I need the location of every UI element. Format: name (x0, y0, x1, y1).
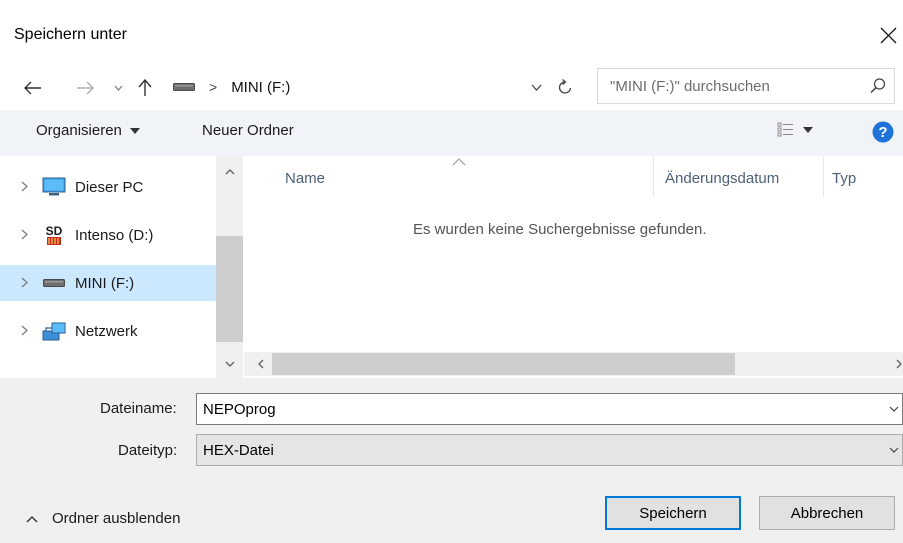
chevron-right-icon[interactable] (21, 276, 31, 291)
save-button[interactable]: Speichern (605, 496, 741, 530)
help-icon[interactable]: ? (872, 121, 894, 143)
breadcrumb-item-mini[interactable]: MINI (F:) (231, 79, 290, 96)
new-folder-button[interactable]: Neuer Ordner (202, 122, 294, 139)
chevron-up-icon (26, 515, 38, 522)
refresh-button[interactable] (551, 70, 579, 104)
chevron-down-icon (225, 361, 234, 367)
caret-down-icon (803, 126, 813, 133)
filename-dropdown-button[interactable] (884, 393, 903, 425)
filetype-dropdown-button[interactable] (884, 434, 903, 466)
nav-item-netzwerk[interactable]: Netzwerk (0, 313, 216, 349)
view-options-button[interactable] (777, 121, 813, 138)
scroll-down-button[interactable] (216, 352, 243, 376)
nav-item-label: Intenso (D:) (75, 226, 154, 244)
chevron-right-icon[interactable] (21, 324, 31, 339)
column-divider[interactable] (823, 157, 824, 197)
address-dropdown-button[interactable] (522, 70, 550, 104)
search-box[interactable] (597, 68, 895, 104)
breadcrumb-separator: > (209, 79, 218, 95)
chevron-down-icon (889, 447, 898, 453)
cancel-button[interactable]: Abbrechen (759, 496, 895, 530)
column-header-type[interactable]: Typ (832, 170, 856, 187)
arrow-left-icon (24, 81, 41, 95)
sort-ascending-icon (452, 158, 466, 166)
chevron-right-icon[interactable] (21, 228, 31, 243)
caret-down-icon (129, 127, 140, 134)
dialog-title: Speichern unter (14, 26, 127, 43)
drive-icon (173, 83, 195, 91)
filetype-value: HEX-Datei (203, 441, 274, 459)
forward-button[interactable] (70, 74, 100, 102)
search-input[interactable] (610, 77, 850, 95)
search-icon[interactable] (868, 76, 888, 96)
network-icon (42, 320, 66, 342)
arrow-right-icon (77, 81, 94, 95)
nav-item-label: Dieser PC (75, 178, 144, 196)
organize-button[interactable]: Organisieren (36, 122, 140, 139)
filename-input[interactable] (203, 400, 843, 418)
organize-label: Organisieren (36, 122, 122, 139)
drive-icon (42, 272, 66, 294)
nav-item-dieser-pc[interactable]: Dieser PC (0, 169, 216, 205)
nav-item-mini[interactable]: MINI (F:) (0, 265, 216, 301)
horizontal-scroll-thumb[interactable] (272, 353, 735, 375)
recent-locations-button[interactable] (109, 74, 127, 102)
chevron-down-icon (114, 85, 122, 91)
chevron-down-icon (889, 406, 898, 412)
computer-icon (42, 176, 66, 198)
nav-item-intenso[interactable]: SD Intenso (D:) (0, 217, 216, 253)
chevron-up-icon (225, 169, 234, 175)
chevron-down-icon (531, 84, 541, 91)
close-button[interactable] (874, 18, 903, 52)
column-header-date[interactable]: Änderungsdatum (665, 170, 779, 187)
nav-item-label: Netzwerk (75, 322, 138, 340)
column-divider[interactable] (653, 157, 654, 197)
column-header-name[interactable]: Name (285, 170, 325, 187)
scroll-up-button[interactable] (216, 160, 243, 184)
empty-results-message: Es wurden keine Suchergebnisse gefunden. (413, 221, 707, 238)
up-button[interactable] (132, 74, 158, 102)
chevron-left-icon (258, 359, 264, 369)
filename-combobox[interactable] (196, 393, 903, 425)
back-button[interactable] (18, 74, 48, 102)
svg-text:?: ? (878, 124, 887, 141)
navigation-pane: Dieser PC SD Intenso (D:) MINI (F:) Netz… (0, 156, 244, 378)
filetype-label: Dateityp: (118, 442, 178, 459)
close-icon (880, 27, 897, 43)
hide-folders-button[interactable]: Ordner ausblenden (26, 510, 180, 527)
filetype-select[interactable]: HEX-Datei (196, 434, 903, 466)
chevron-right-icon (896, 359, 902, 369)
arrow-up-icon (138, 79, 152, 96)
details-view-icon (777, 122, 793, 137)
navigation-scroll-thumb[interactable] (216, 236, 243, 342)
nav-item-label: MINI (F:) (75, 274, 135, 292)
scroll-right-button[interactable] (896, 352, 903, 376)
hide-folders-label: Ordner ausblenden (52, 510, 181, 527)
filename-label: Dateiname: (100, 400, 177, 417)
scroll-left-button[interactable] (250, 352, 272, 376)
refresh-icon (558, 79, 572, 94)
sd-card-icon: SD (42, 224, 66, 246)
chevron-right-icon[interactable] (21, 180, 31, 195)
svg-text:SD: SD (46, 224, 63, 238)
